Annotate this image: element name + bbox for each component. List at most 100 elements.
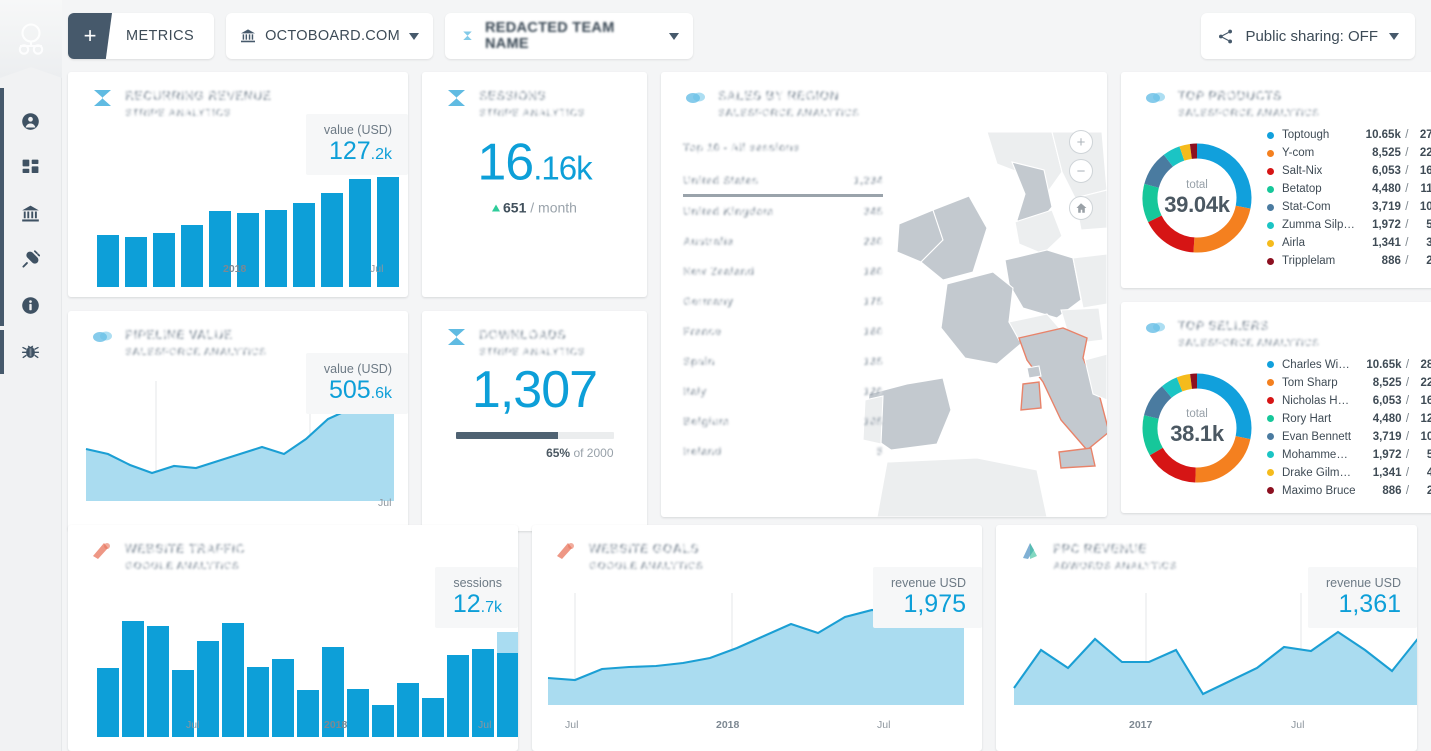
account-label: OCTOBOARD.COM: [265, 28, 400, 44]
legend-label: Mohamme…: [1282, 449, 1356, 461]
legend-value: 4,480: [1356, 413, 1402, 425]
legend-label: Rory Hart: [1282, 413, 1356, 425]
sidebar-item-bugs[interactable]: [0, 328, 61, 374]
legend-color-dot: [1267, 186, 1274, 193]
region-row: Germany175: [683, 287, 883, 317]
main-area: + METRICS OCTOBOARD.COM: [62, 0, 1431, 751]
region-value: 1,234: [853, 175, 883, 187]
card-title: TOP PRODUCTS: [1178, 89, 1319, 103]
region-value: 180: [863, 266, 883, 278]
legend-row: Rory Hart4,480/12%: [1267, 410, 1431, 428]
info-icon: [21, 296, 40, 315]
sidebar-item-agency[interactable]: [0, 190, 61, 236]
donut-segment: [1168, 153, 1182, 160]
value-unit: revenue USD: [1326, 576, 1401, 590]
map-home-button[interactable]: [1069, 196, 1093, 220]
donut-segment: [1197, 381, 1244, 438]
account-selector[interactable]: OCTOBOARD.COM: [226, 13, 433, 59]
card-website-goals[interactable]: WEBSITE GOALS GOOGLE ANALYTICS revenue U…: [532, 525, 982, 751]
legend-separator: /: [1402, 449, 1414, 461]
region-name: Italy: [683, 386, 707, 398]
legend-separator: /: [1402, 413, 1414, 425]
donut-segment: [1156, 451, 1195, 474]
card-sessions[interactable]: SESSIONS STRIPE ANALYTICS 16.16k 651 / m…: [422, 72, 647, 297]
progress-rest: of 2000: [573, 446, 613, 460]
region-value: 175: [863, 296, 883, 308]
legend-separator: /: [1402, 431, 1414, 443]
sidebar-active-rail-secondary: [0, 330, 4, 374]
legend-color-dot: [1267, 451, 1274, 458]
legend-value: 6,053: [1356, 395, 1402, 407]
card-website-traffic[interactable]: WEBSITE TRAFFIC GOOGLE ANALYTICS session…: [68, 525, 518, 751]
card-recurring-revenue[interactable]: RECURRING REVENUE STRIPE ANALYTICS value…: [68, 72, 408, 297]
card-ppc-revenue[interactable]: PPC REVENUE ADWORDS ANALYTICS revenue US…: [996, 525, 1417, 751]
legend-value: 10.65k: [1355, 129, 1401, 141]
sidebar-item-account[interactable]: [0, 98, 61, 144]
donut-svg: [1135, 136, 1259, 260]
legend-separator: /: [1402, 395, 1414, 407]
card-sales-by-region[interactable]: SALES BY REGION SALESFORCE ANALYTICS: [661, 72, 1107, 517]
add-metrics-button[interactable]: + METRICS: [68, 13, 214, 59]
sidebar-item-info[interactable]: [0, 282, 61, 328]
axis-label-2: Jul: [478, 719, 491, 731]
legend-color-dot: [1267, 150, 1274, 157]
legend-color-dot: [1267, 258, 1274, 265]
progress-fill: [456, 432, 559, 439]
stripe-source-icon: [90, 87, 116, 109]
card-subtitle: SALESFORCE ANALYTICS: [1178, 107, 1319, 119]
card-top-sellers[interactable]: TOP SELLERS SALESFORCE ANALYTICS total 3…: [1121, 302, 1431, 513]
map-region-north-africa: [877, 458, 1047, 517]
legend-row: Toptough10.65k/27%: [1267, 126, 1431, 144]
legend-row: Evan Bennett3,719/10%: [1267, 428, 1431, 446]
card-subtitle: GOOGLE ANALYTICS: [125, 560, 245, 572]
legend-separator: /: [1401, 147, 1413, 159]
legend-separator: /: [1401, 255, 1413, 267]
legend-row: Y-com8,525/22%: [1267, 144, 1431, 162]
trend-up-icon: [492, 204, 500, 211]
team-selector[interactable]: REDACTED TEAM NAME: [445, 13, 693, 59]
value-main: 127: [329, 137, 371, 165]
legend-percent: 28%: [1414, 359, 1431, 371]
value-unit: value (USD): [324, 123, 392, 137]
sidebar-item-dashboards[interactable]: [0, 144, 61, 190]
map-zoom-in-button[interactable]: +: [1069, 130, 1093, 154]
app-logo[interactable]: [0, 0, 62, 78]
sidebar-item-integrations[interactable]: [0, 236, 61, 282]
widget-grid: RECURRING REVENUE STRIPE ANALYTICS value…: [62, 72, 1431, 525]
card-title: PPC REVENUE: [1053, 542, 1177, 556]
map-region-corsica: [1027, 366, 1041, 378]
delta-unit: / month: [530, 199, 577, 215]
grid-column-right: TOP PRODUCTS SALESFORCE ANALYTICS total …: [1121, 72, 1431, 513]
legend-color-dot: [1267, 222, 1274, 229]
legend-value: 10.65k: [1356, 359, 1402, 371]
card-top-products[interactable]: TOP PRODUCTS SALESFORCE ANALYTICS total …: [1121, 72, 1431, 288]
value-badge: sessions 12.7k: [435, 567, 518, 628]
map-region-sicily: [1059, 448, 1095, 468]
public-sharing-button[interactable]: Public sharing: OFF: [1201, 13, 1415, 59]
legend-value: 8,525: [1356, 377, 1402, 389]
legend-value: 1,341: [1355, 237, 1401, 249]
card-pipeline-value[interactable]: PIPELINE VALUE SALESFORCE ANALYTICS valu…: [68, 311, 408, 531]
value-unit: revenue USD: [891, 576, 966, 590]
legend-percent: 2%: [1414, 485, 1431, 497]
legend-label: Stat-Com: [1282, 201, 1355, 213]
sidebar-nav: [0, 98, 61, 374]
card-title: SESSIONS: [479, 89, 585, 103]
legend-separator: /: [1401, 237, 1413, 249]
progress-label: 65% of 2000: [456, 446, 614, 460]
legend-color-dot: [1267, 487, 1274, 494]
legend-row: Betatop4,480/11%: [1267, 180, 1431, 198]
sidebar-active-rail: [0, 88, 4, 326]
card-title: WEBSITE TRAFFIC: [125, 542, 245, 556]
donut-segment: [1150, 186, 1155, 219]
legend-label: Tom Sharp: [1282, 377, 1356, 389]
card-downloads[interactable]: DOWNLOADS STRIPE ANALYTICS 1,307: [422, 311, 647, 531]
axis-label-1: 2018: [716, 719, 739, 731]
card-subtitle: SALESFORCE ANALYTICS: [1178, 337, 1319, 349]
legend-value: 8,525: [1355, 147, 1401, 159]
map-zoom-out-button[interactable]: −: [1069, 159, 1093, 183]
value-main: 1,975: [903, 590, 966, 618]
europe-map[interactable]: [847, 132, 1107, 517]
region-value: 120: [863, 386, 883, 398]
card-header: TOP PRODUCTS SALESFORCE ANALYTICS: [1121, 72, 1431, 122]
